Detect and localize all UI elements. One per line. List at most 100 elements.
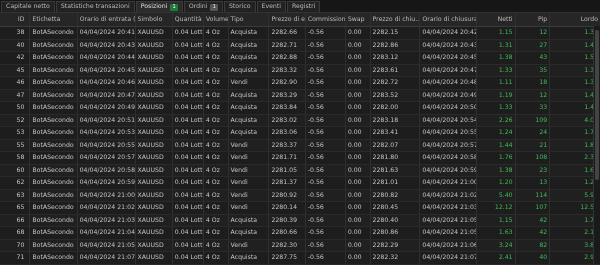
vertical-scrollbar[interactable] bbox=[593, 26, 600, 264]
table-row[interactable]: 65 BotASecondo 04/04/2024 21:02 XAUUSD 0.04 … bbox=[0, 202, 600, 215]
table-cell: 4 Oz bbox=[204, 127, 229, 139]
table-cell: 04/04/2024 20:58 bbox=[420, 152, 478, 164]
table-row[interactable]: 62 BotASecondo 04/04/2024 20:59 XAUUSD 0.04 … bbox=[0, 177, 600, 190]
tab-eventi[interactable]: Eventi bbox=[256, 1, 286, 12]
column-header[interactable]: ID bbox=[0, 13, 31, 26]
table-cell: 0.00 bbox=[346, 89, 371, 101]
table-cell: 71 bbox=[0, 252, 31, 264]
table-cell: 4 Oz bbox=[204, 139, 229, 151]
column-header[interactable]: Commissione bbox=[306, 13, 346, 26]
table-row[interactable]: 52 BotASecondo 04/04/2024 20:51 XAUUSD 0.04 … bbox=[0, 114, 600, 127]
table-row[interactable]: 50 BotASecondo 04/04/2024 20:49 XAUUSD 0.04 … bbox=[0, 102, 600, 115]
table-row[interactable]: 70 BotASecondo 04/04/2024 21:05 XAUUSD 0.04 … bbox=[0, 239, 600, 252]
table-cell: 107 bbox=[516, 202, 551, 214]
table-cell: 50 bbox=[0, 102, 31, 114]
table-cell: 42 bbox=[516, 227, 551, 239]
table-cell: 47 bbox=[0, 89, 31, 101]
table-cell: 2280.92 bbox=[269, 189, 306, 201]
tab-registri[interactable]: Registri bbox=[286, 1, 321, 12]
table-row[interactable]: 47 BotASecondo 04/04/2024 20:47 XAUUSD 0.04 … bbox=[0, 89, 600, 102]
table-cell: -0.56 bbox=[306, 189, 346, 201]
table-cell: 04/04/2024 20:57 bbox=[420, 139, 478, 151]
table-cell: 0.04 Lotti bbox=[173, 27, 204, 39]
table-row[interactable]: 63 BotASecondo 04/04/2024 21:00 XAUUSD 0.04 … bbox=[0, 189, 600, 202]
column-header[interactable]: Orario di chiusura (UT bbox=[420, 13, 478, 26]
table-row[interactable]: 40 BotASecondo 04/04/2024 20:43 XAUUSD 0.04 … bbox=[0, 39, 600, 52]
column-header[interactable]: Quantità bbox=[173, 13, 204, 26]
column-header[interactable]: Volume bbox=[204, 13, 229, 26]
table-row[interactable]: 68 BotASecondo 04/04/2024 21:04 XAUUSD 0.04 … bbox=[0, 227, 600, 240]
table-cell: XAUUSD bbox=[136, 89, 173, 101]
table-cell: 04/04/2024 20:49 bbox=[78, 102, 136, 114]
table-cell: 2283.32 bbox=[269, 64, 306, 76]
table-cell: 0.00 bbox=[346, 189, 371, 201]
table-row[interactable]: 42 BotASecondo 04/04/2024 20:44 XAUUSD 0.04 … bbox=[0, 52, 600, 65]
table-cell: 0.04 Lotti bbox=[173, 64, 204, 76]
table-cell: 04/04/2024 20:47 bbox=[420, 64, 478, 76]
table-cell: BotASecondo bbox=[30, 152, 78, 164]
table-cell: -0.56 bbox=[306, 27, 346, 39]
table-cell: 2281.71 bbox=[269, 152, 306, 164]
table-cell: 2280.66 bbox=[269, 227, 306, 239]
table-cell: 2287.75 bbox=[269, 252, 306, 264]
table-cell: 2282.30 bbox=[269, 239, 306, 251]
table-cell: XAUUSD bbox=[136, 139, 173, 151]
table-cell: 0.00 bbox=[346, 127, 371, 139]
table-cell: XAUUSD bbox=[136, 252, 173, 264]
table-cell: 04/04/2024 21:05 bbox=[420, 214, 478, 226]
table-cell: -0.56 bbox=[306, 114, 346, 126]
tab-statistiche-transazioni[interactable]: Statistiche transazioni bbox=[55, 1, 135, 12]
table-cell: 2283.18 bbox=[371, 114, 421, 126]
column-header[interactable]: Lordo bbox=[550, 13, 600, 26]
table-row[interactable]: 66 BotASecondo 04/04/2024 21:03 XAUUSD 0.04 … bbox=[0, 214, 600, 227]
tab-capitale-netto[interactable]: Capitale netto bbox=[1, 1, 55, 12]
column-header[interactable]: Etichetta bbox=[30, 13, 78, 26]
table-cell: 04/04/2024 20:50 bbox=[420, 102, 478, 114]
table-cell: 82 bbox=[516, 239, 551, 251]
table-row[interactable]: 58 BotASecondo 04/04/2024 20:57 XAUUSD 0.04 … bbox=[0, 152, 600, 165]
table-cell: 2282.00 bbox=[371, 102, 421, 114]
table-cell: 42 bbox=[0, 52, 31, 64]
table-cell: -0.56 bbox=[306, 202, 346, 214]
column-header[interactable]: Orario di entrata (UTC) bbox=[78, 13, 136, 26]
column-header[interactable]: Simbolo bbox=[136, 13, 173, 26]
table-cell: 2283.52 bbox=[371, 89, 421, 101]
table-cell: Acquista bbox=[229, 252, 270, 264]
column-header[interactable]: Prezzo di chiu... bbox=[371, 13, 421, 26]
table-cell: 04/04/2024 20:57 bbox=[78, 152, 136, 164]
table-row[interactable]: 60 BotASecondo 04/04/2024 20:58 XAUUSD 0.04 … bbox=[0, 164, 600, 177]
table-cell: 0.00 bbox=[346, 214, 371, 226]
table-cell: 04/04/2024 21:07 bbox=[420, 252, 478, 264]
tab-count-badge: 1 bbox=[210, 3, 218, 11]
table-cell: 2283.12 bbox=[371, 52, 421, 64]
column-header[interactable]: Netti bbox=[477, 13, 516, 26]
table-cell: 4 Oz bbox=[204, 89, 229, 101]
table-cell: 4 Oz bbox=[204, 214, 229, 226]
table-cell: BotASecondo bbox=[30, 139, 78, 151]
table-cell: 4 Oz bbox=[204, 64, 229, 76]
tab-storico[interactable]: Storico bbox=[223, 1, 256, 12]
table-cell: XAUUSD bbox=[136, 202, 173, 214]
table-row[interactable]: 38 BotASecondo 04/04/2024 20:41 XAUUSD 0.04 … bbox=[0, 27, 600, 40]
table-cell: 12 bbox=[516, 27, 551, 39]
tab-ordini[interactable]: Ordini 1 bbox=[183, 1, 223, 12]
table-cell: 04/04/2024 21:03 bbox=[78, 214, 136, 226]
table-cell: Vendi bbox=[229, 239, 270, 251]
table-cell: 2280.86 bbox=[371, 227, 421, 239]
table-row[interactable]: 71 BotASecondo 04/04/2024 21:07 XAUUSD 0.04 … bbox=[0, 252, 600, 265]
table-row[interactable]: 53 BotASecondo 04/04/2024 20:53 XAUUSD 0.04 … bbox=[0, 127, 600, 140]
scrollbar-thumb[interactable] bbox=[595, 30, 599, 180]
tab-posizioni[interactable]: Posizioni 1 bbox=[135, 1, 183, 12]
table-cell: 0.00 bbox=[346, 177, 371, 189]
column-header[interactable]: Prezzo di entrata bbox=[269, 13, 306, 26]
table-cell: 4 Oz bbox=[204, 114, 229, 126]
table-cell: 0.00 bbox=[346, 252, 371, 264]
table-cell: 1.76 bbox=[477, 152, 516, 164]
table-row[interactable]: 55 BotASecondo 04/04/2024 20:55 XAUUSD 0.04 … bbox=[0, 139, 600, 152]
column-header[interactable]: Tipo bbox=[229, 13, 270, 26]
column-header[interactable]: Pip bbox=[516, 13, 551, 26]
table-row[interactable]: 46 BotASecondo 04/04/2024 20:46 XAUUSD 0.04 … bbox=[0, 77, 600, 90]
table-row[interactable]: 45 BotASecondo 04/04/2024 20:45 XAUUSD 0.04 … bbox=[0, 64, 600, 77]
table-cell: -0.56 bbox=[306, 77, 346, 89]
column-header[interactable]: Swap bbox=[346, 13, 371, 26]
